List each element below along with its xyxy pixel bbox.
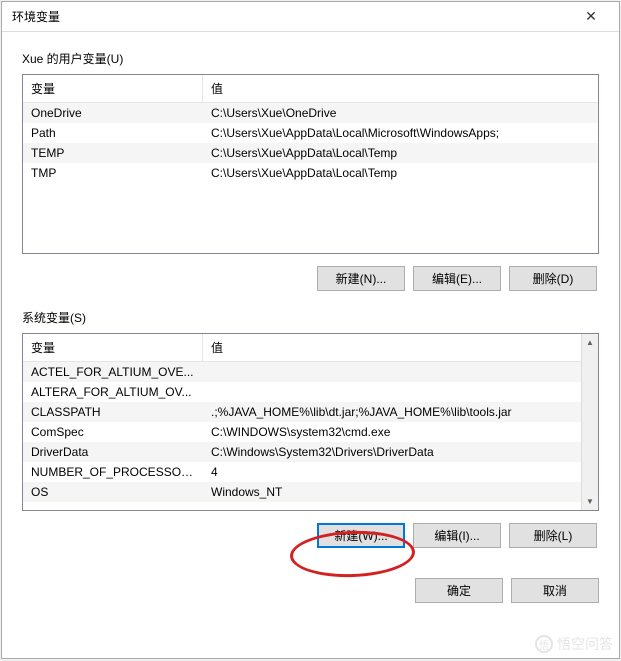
dialog-content: Xue 的用户变量(U) 变量 值 OneDriveC:\Users\Xue\O…	[2, 32, 619, 560]
var-name: TMP	[23, 163, 203, 183]
system-new-button[interactable]: 新建(W)...	[317, 523, 405, 548]
user-variables-section: Xue 的用户变量(U) 变量 值 OneDriveC:\Users\Xue\O…	[22, 50, 599, 291]
var-name: NUMBER_OF_PROCESSORS	[23, 462, 203, 482]
table-row[interactable]: OneDriveC:\Users\Xue\OneDrive	[23, 103, 598, 123]
var-value: .;%JAVA_HOME%\lib\dt.jar;%JAVA_HOME%\lib…	[203, 402, 581, 422]
table-row[interactable]: ComSpecC:\WINDOWS\system32\cmd.exe	[23, 422, 581, 442]
table-row[interactable]: TEMPC:\Users\Xue\AppData\Local\Temp	[23, 143, 598, 163]
system-buttons: 新建(W)... 编辑(I)... 删除(L)	[22, 523, 597, 548]
list-header: 变量 值	[23, 334, 598, 362]
watermark: 悟 悟空问答	[535, 634, 613, 654]
var-value: C:\Windows\System32\Drivers\DriverData	[203, 442, 581, 462]
watermark-icon: 悟	[535, 635, 553, 653]
scrollbar[interactable]: ▲ ▼	[581, 334, 598, 510]
user-edit-button[interactable]: 编辑(E)...	[413, 266, 501, 291]
table-row[interactable]: TMPC:\Users\Xue\AppData\Local\Temp	[23, 163, 598, 183]
table-row[interactable]: NUMBER_OF_PROCESSORS4	[23, 462, 581, 482]
table-row[interactable]: CLASSPATH.;%JAVA_HOME%\lib\dt.jar;%JAVA_…	[23, 402, 581, 422]
user-new-button[interactable]: 新建(N)...	[317, 266, 405, 291]
table-row[interactable]: ALTERA_FOR_ALTIUM_OV...	[23, 382, 581, 402]
var-value: 4	[203, 462, 581, 482]
scroll-down-icon[interactable]: ▼	[582, 493, 598, 510]
table-row[interactable]: DriverDataC:\Windows\System32\Drivers\Dr…	[23, 442, 581, 462]
env-vars-dialog: 环境变量 ✕ Xue 的用户变量(U) 变量 值 OneDriveC:\User…	[1, 1, 620, 659]
watermark-text: 悟空问答	[557, 634, 613, 654]
system-variables-list[interactable]: 变量 值 ACTEL_FOR_ALTIUM_OVE... ALTERA_FOR_…	[22, 333, 599, 511]
var-value: Windows_NT	[203, 482, 581, 502]
titlebar: 环境变量 ✕	[2, 2, 619, 32]
var-value	[203, 362, 581, 382]
table-row[interactable]: PathC:\Users\Xue\AppData\Local\Microsoft…	[23, 123, 598, 143]
var-name: ALTERA_FOR_ALTIUM_OV...	[23, 382, 203, 402]
scroll-up-icon[interactable]: ▲	[582, 334, 598, 351]
var-name: OneDrive	[23, 103, 203, 123]
var-name: Path	[23, 123, 203, 143]
system-section-label: 系统变量(S)	[22, 309, 599, 326]
user-section-label: Xue 的用户变量(U)	[22, 50, 599, 67]
var-name: OS	[23, 482, 203, 502]
user-delete-button[interactable]: 删除(D)	[509, 266, 597, 291]
var-value: C:\Users\Xue\AppData\Local\Microsoft\Win…	[203, 123, 598, 143]
sys-rows: ACTEL_FOR_ALTIUM_OVE... ALTERA_FOR_ALTIU…	[23, 362, 581, 511]
user-buttons: 新建(N)... 编辑(E)... 删除(D)	[22, 266, 597, 291]
table-row[interactable]: ACTEL_FOR_ALTIUM_OVE...	[23, 362, 581, 382]
system-delete-button[interactable]: 删除(L)	[509, 523, 597, 548]
dialog-footer: 确定 取消	[2, 566, 619, 603]
system-edit-button[interactable]: 编辑(I)...	[413, 523, 501, 548]
var-name: TEMP	[23, 143, 203, 163]
col-header-name[interactable]: 变量	[23, 75, 203, 102]
var-name: ACTEL_FOR_ALTIUM_OVE...	[23, 362, 203, 382]
var-name: DriverData	[23, 442, 203, 462]
user-variables-list[interactable]: 变量 值 OneDriveC:\Users\Xue\OneDrive PathC…	[22, 74, 599, 254]
system-variables-section: 系统变量(S) 变量 值 ACTEL_FOR_ALTIUM_OVE... ALT…	[22, 309, 599, 548]
list-header: 变量 值	[23, 75, 598, 103]
var-value: C:\Users\Xue\AppData\Local\Temp	[203, 143, 598, 163]
col-header-value[interactable]: 值	[203, 334, 598, 361]
cancel-button[interactable]: 取消	[511, 578, 599, 603]
close-icon[interactable]: ✕	[571, 3, 611, 31]
var-value: C:\WINDOWS\system32\cmd.exe	[203, 422, 581, 442]
user-rows: OneDriveC:\Users\Xue\OneDrive PathC:\Use…	[23, 103, 598, 254]
var-name: ComSpec	[23, 422, 203, 442]
var-name: CLASSPATH	[23, 402, 203, 422]
col-header-name[interactable]: 变量	[23, 334, 203, 361]
col-header-value[interactable]: 值	[203, 75, 598, 102]
var-value	[203, 382, 581, 402]
var-value: C:\Users\Xue\AppData\Local\Temp	[203, 163, 598, 183]
table-row[interactable]: OSWindows_NT	[23, 482, 581, 502]
dialog-title: 环境变量	[12, 8, 60, 25]
var-value: C:\Users\Xue\OneDrive	[203, 103, 598, 123]
ok-button[interactable]: 确定	[415, 578, 503, 603]
